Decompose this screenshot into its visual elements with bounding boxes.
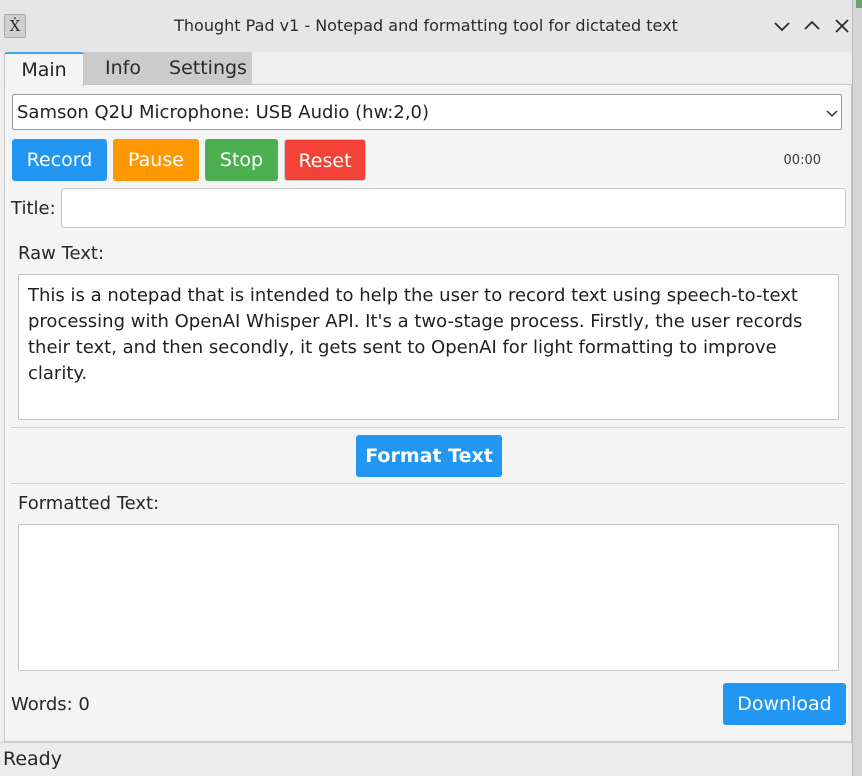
formatted-text-area[interactable]: [18, 524, 839, 671]
background-accent: [856, 0, 862, 8]
reset-button[interactable]: Reset: [284, 139, 366, 181]
app-window: Ẋ Thought Pad v1 - Notepad and formattin…: [0, 0, 853, 776]
window-title: Thought Pad v1 - Notepad and formatting …: [174, 16, 678, 35]
format-text-button[interactable]: Format Text: [356, 435, 502, 477]
separator-top: [11, 427, 845, 428]
download-button[interactable]: Download: [723, 683, 846, 725]
minimize-button[interactable]: [772, 16, 792, 36]
maximize-button[interactable]: [802, 16, 822, 36]
separator-bottom: [11, 483, 845, 484]
tab-main[interactable]: Main: [4, 52, 84, 86]
title-bar[interactable]: Ẋ Thought Pad v1 - Notepad and formattin…: [0, 0, 852, 52]
tab-info[interactable]: Info: [82, 52, 164, 85]
close-icon: [835, 19, 849, 33]
formatted-text-label: Formatted Text:: [18, 493, 160, 514]
main-tab-panel: Samson Q2U Microphone: USB Audio (hw:2,0…: [4, 84, 852, 742]
background-window-edge: [852, 0, 862, 776]
raw-text-label: Raw Text:: [18, 243, 105, 264]
chevron-up-icon: [804, 20, 820, 30]
chevron-down-icon: [826, 110, 838, 118]
recording-timer: 00:00: [783, 153, 821, 168]
status-bar: Ready: [0, 742, 852, 776]
microphone-select[interactable]: Samson Q2U Microphone: USB Audio (hw:2,0…: [12, 94, 842, 130]
word-count: Words: 0: [11, 694, 90, 715]
pause-button[interactable]: Pause: [113, 139, 199, 181]
app-logo-icon: Ẋ: [4, 14, 26, 38]
screen: Ẋ Thought Pad v1 - Notepad and formattin…: [0, 0, 862, 776]
tab-settings[interactable]: Settings: [164, 52, 252, 85]
status-text: Ready: [3, 748, 62, 770]
chevron-down-icon: [774, 22, 790, 32]
title-input[interactable]: [61, 188, 846, 228]
close-button[interactable]: [832, 16, 852, 36]
record-button[interactable]: Record: [12, 139, 107, 181]
raw-text-area[interactable]: This is a notepad that is intended to he…: [18, 274, 839, 420]
title-label: Title:: [11, 198, 56, 219]
microphone-select-value: Samson Q2U Microphone: USB Audio (hw:2,0…: [17, 102, 430, 123]
stop-button[interactable]: Stop: [205, 139, 278, 181]
